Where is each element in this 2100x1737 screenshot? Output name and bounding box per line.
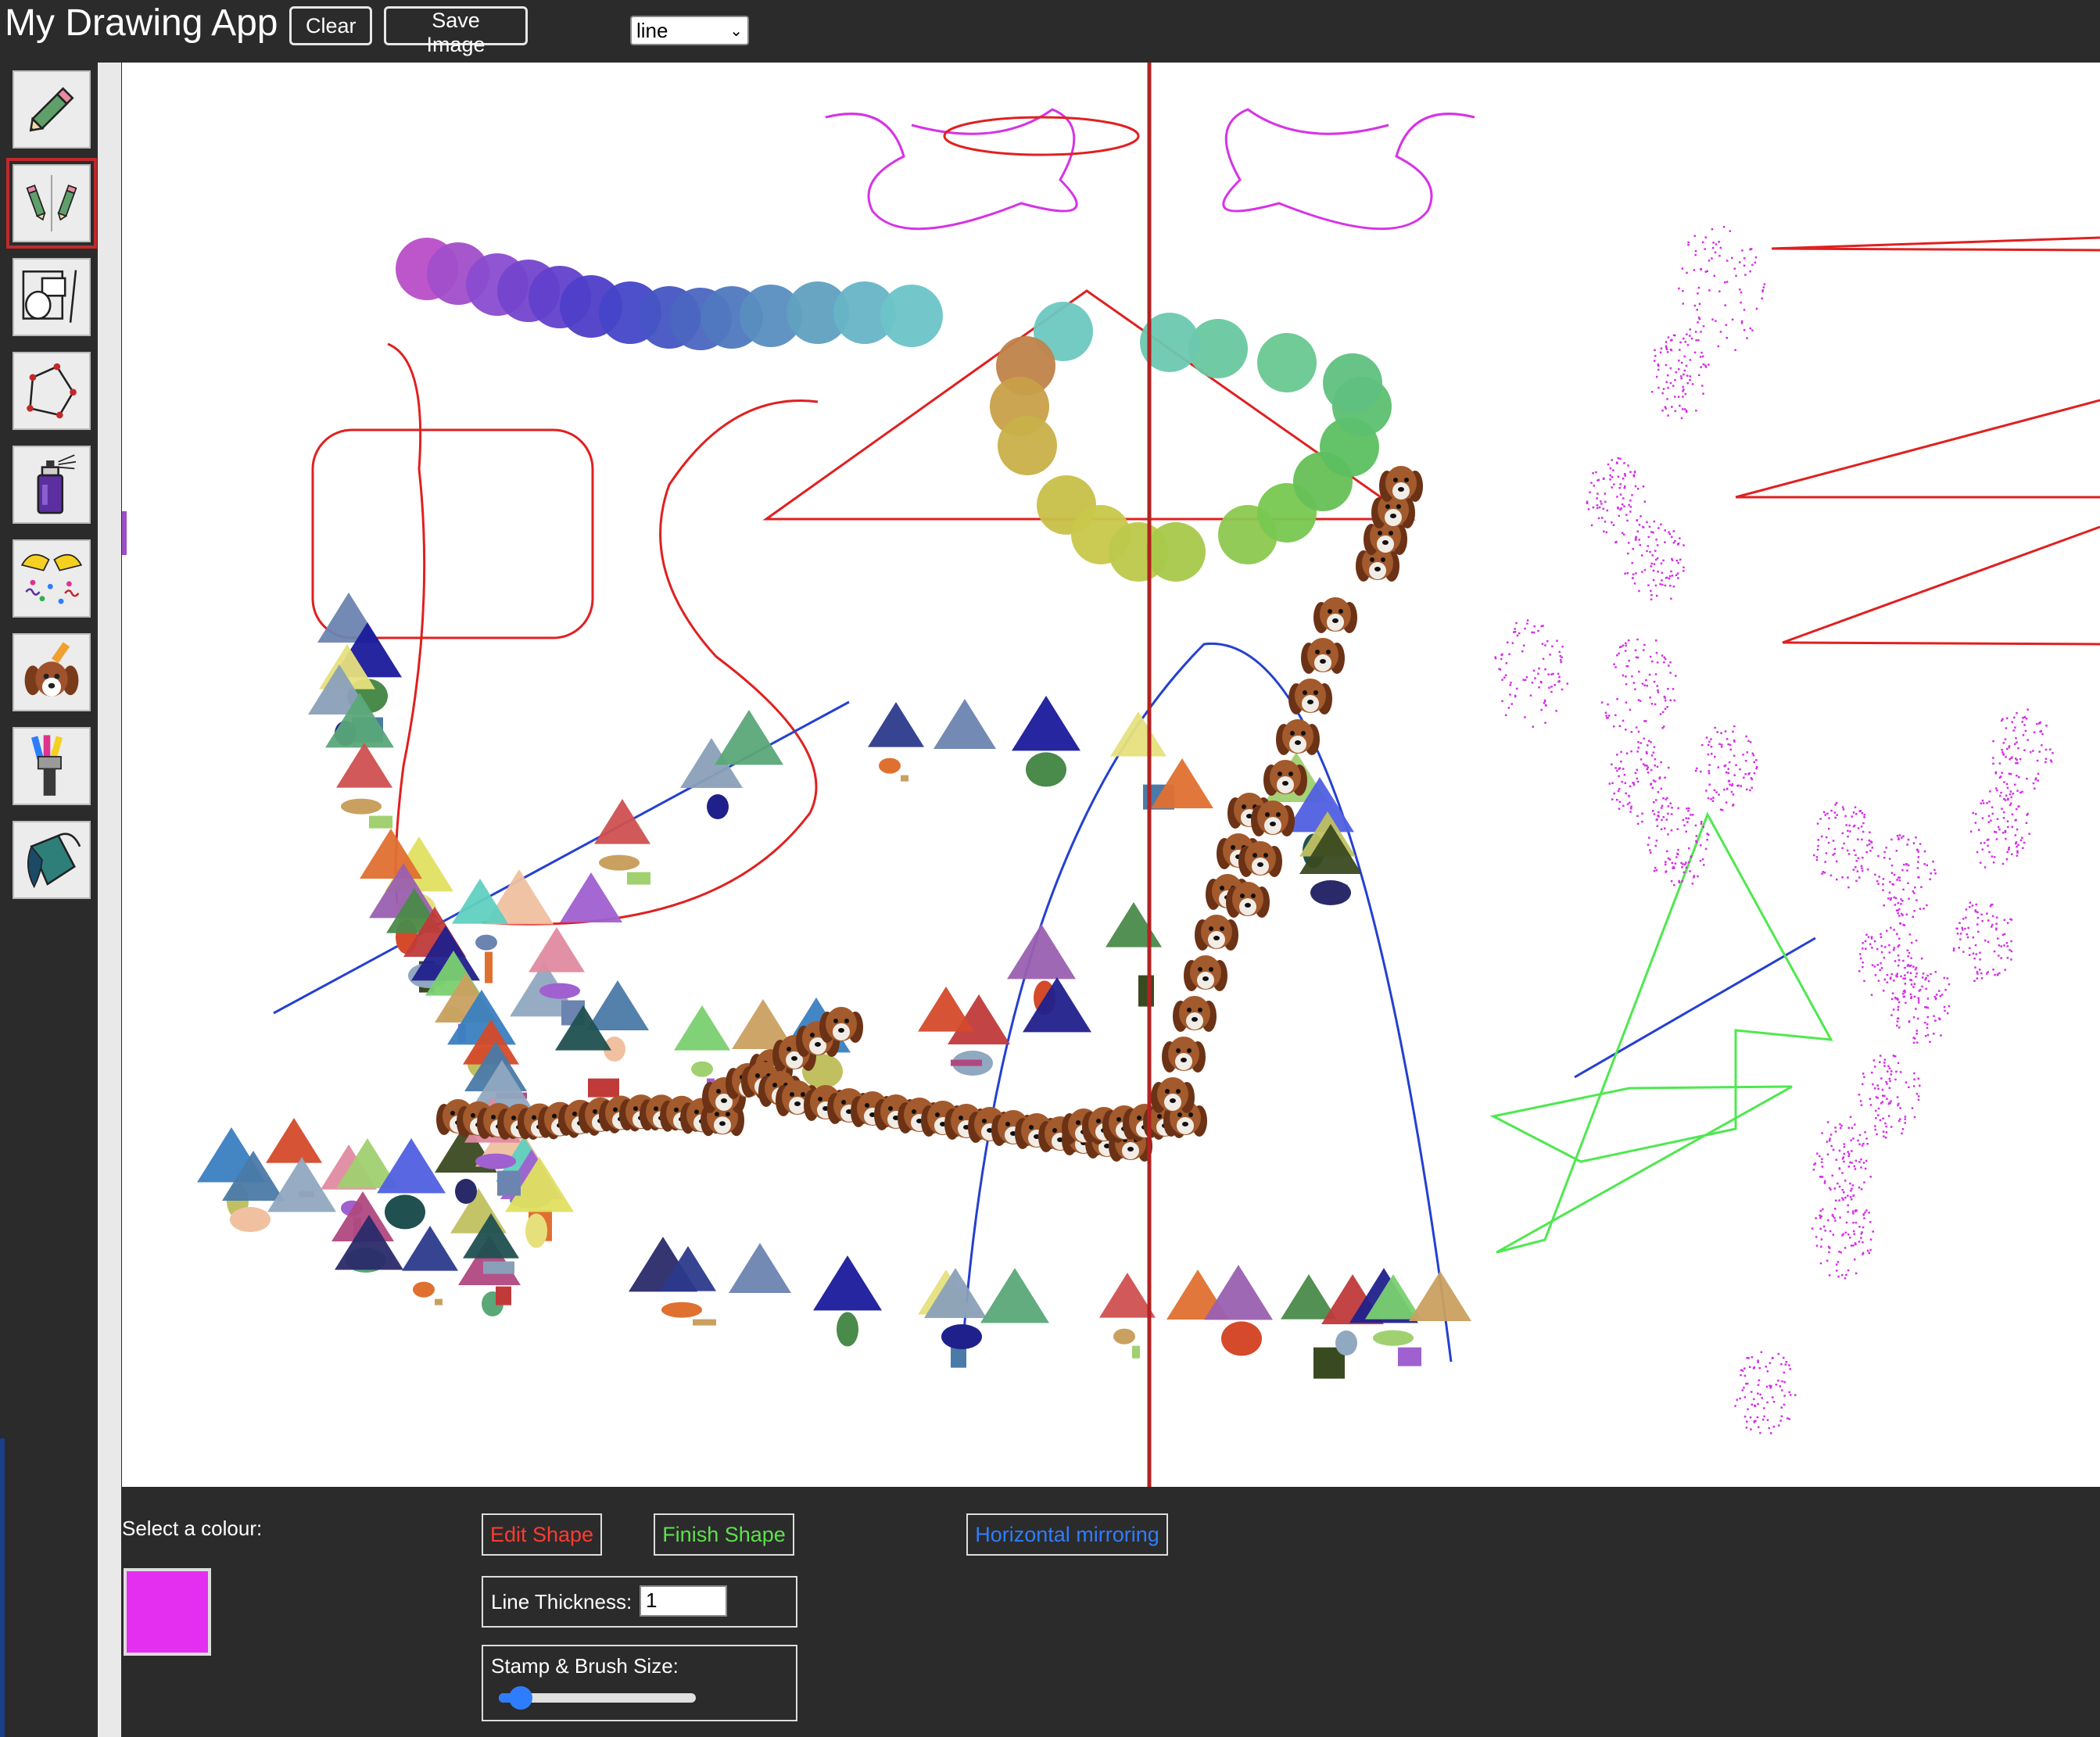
confetti-icon bbox=[20, 553, 83, 604]
window-edge bbox=[0, 1438, 5, 1737]
line-thickness-label: Line Thickness: bbox=[491, 1590, 633, 1613]
canvas-drawing bbox=[122, 63, 2100, 1487]
slider-thumb[interactable] bbox=[508, 1686, 532, 1710]
app-title: My Drawing App bbox=[5, 2, 278, 44]
spray-can-icon bbox=[37, 454, 77, 514]
sidebar-edge bbox=[98, 63, 121, 1737]
save-image-button[interactable]: Save Image bbox=[384, 6, 528, 56]
tool-sidebar bbox=[0, 63, 98, 1737]
pencil-icon bbox=[29, 87, 74, 132]
stamp-brush-size-control: Stamp & Brush Size: bbox=[482, 1645, 797, 1721]
shape-select-value: line bbox=[636, 18, 668, 42]
shape-select[interactable]: line ⌄ bbox=[630, 16, 749, 45]
horizontal-mirroring-button[interactable]: Horizontal mirroring bbox=[966, 1513, 1168, 1556]
polygon-icon bbox=[27, 363, 77, 419]
paint-bucket-icon bbox=[27, 833, 81, 889]
edit-shape-button[interactable]: Edit Shape bbox=[482, 1513, 602, 1556]
dog-stamp-icon bbox=[24, 642, 79, 697]
select-colour-label: Select a colour: bbox=[122, 1517, 263, 1540]
finish-shape-button[interactable]: Finish Shape bbox=[654, 1513, 794, 1556]
spray-can-tool[interactable] bbox=[13, 446, 91, 524]
shapes-tool[interactable] bbox=[13, 258, 91, 336]
brush-tool[interactable] bbox=[13, 727, 91, 805]
stamp-tool[interactable] bbox=[13, 633, 91, 711]
app-header: My Drawing App Clear Save Image line ⌄ bbox=[0, 0, 2100, 63]
shapes-icon bbox=[22, 270, 77, 323]
line-thickness-control: Line Thickness: 1 bbox=[482, 1576, 797, 1628]
pencil-tool[interactable] bbox=[13, 70, 91, 149]
fill-tool[interactable] bbox=[13, 821, 91, 899]
mirror-draw-tool[interactable] bbox=[6, 158, 97, 249]
confetti-tool[interactable] bbox=[13, 539, 91, 618]
mirror-pencils-icon bbox=[26, 174, 77, 232]
paint-brush-icon bbox=[31, 735, 63, 796]
line-thickness-input[interactable]: 1 bbox=[640, 1585, 727, 1617]
clear-button[interactable]: Clear bbox=[289, 6, 372, 45]
stamp-brush-size-label: Stamp & Brush Size: bbox=[491, 1654, 679, 1678]
chevron-down-icon: ⌄ bbox=[729, 22, 743, 40]
colour-picker[interactable] bbox=[124, 1568, 211, 1656]
drawing-canvas[interactable] bbox=[122, 63, 2100, 1487]
polygon-tool[interactable] bbox=[13, 352, 91, 430]
stamp-brush-size-slider[interactable] bbox=[499, 1686, 696, 1710]
